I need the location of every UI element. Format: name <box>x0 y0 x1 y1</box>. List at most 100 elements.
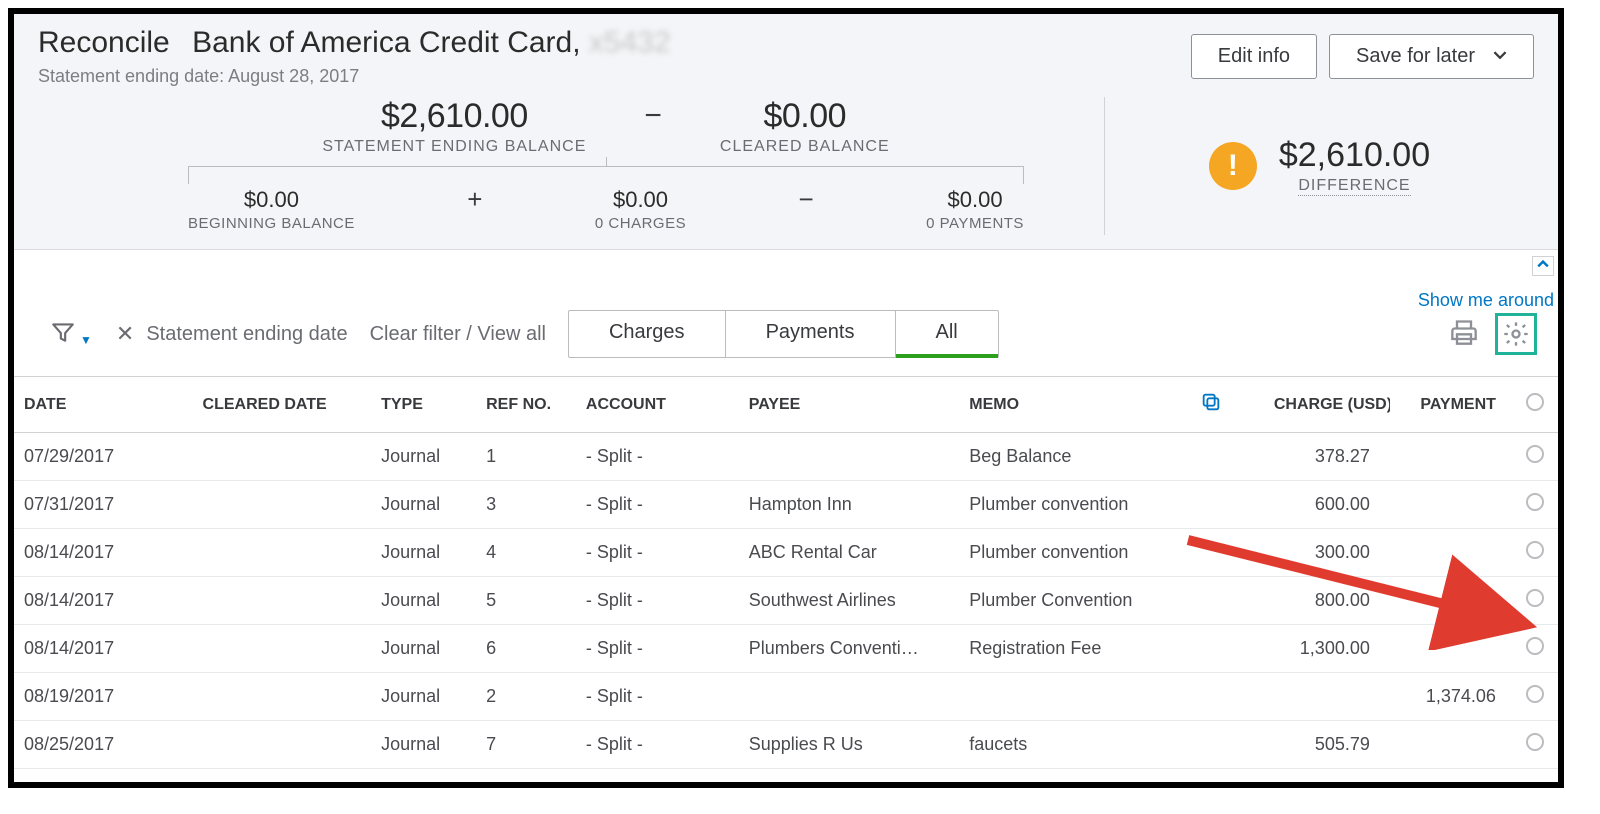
filter-chip-label: Statement ending date <box>146 323 347 346</box>
statement-ending-balance: $2,610.00 STATEMENT ENDING BALANCE <box>322 97 586 156</box>
cell-copy <box>1190 625 1264 673</box>
cell-payment <box>1390 433 1516 481</box>
cell-date: 07/29/2017 <box>14 433 193 481</box>
cell-payee: Southwest Airlines <box>739 577 960 625</box>
cell-date: 08/14/2017 <box>14 577 193 625</box>
cell-payee: Plumbers Conventi… <box>739 625 960 673</box>
transaction-type-tabs: Charges Payments All <box>568 310 999 358</box>
warning-icon: ! <box>1209 142 1257 190</box>
cell-memo: Beg Balance <box>959 433 1190 481</box>
cell-copy <box>1190 577 1264 625</box>
charges-total: $0.00 0 CHARGES <box>595 187 686 232</box>
clear-chip-icon[interactable]: ✕ <box>116 321 134 347</box>
cell-ref: 5 <box>476 577 576 625</box>
edit-info-button[interactable]: Edit info <box>1191 34 1317 79</box>
cell-select[interactable] <box>1516 481 1558 529</box>
cell-date: 08/25/2017 <box>14 721 193 769</box>
account-suffix: x5432 <box>589 26 671 60</box>
cell-payment <box>1390 625 1516 673</box>
cell-payee <box>739 433 960 481</box>
cell-account: - Split - <box>576 625 739 673</box>
cleared-balance: $0.00 CLEARED BALANCE <box>720 97 890 156</box>
table-row[interactable]: 08/14/2017Journal4- Split -ABC Rental Ca… <box>14 529 1558 577</box>
cell-select[interactable] <box>1516 433 1558 481</box>
cell-type: Journal <box>371 625 476 673</box>
cell-type: Journal <box>371 481 476 529</box>
cell-select[interactable] <box>1516 529 1558 577</box>
tab-charges[interactable]: Charges <box>569 311 726 357</box>
col-account[interactable]: ACCOUNT <box>576 377 739 433</box>
table-row[interactable]: 07/31/2017Journal3- Split -Hampton InnPl… <box>14 481 1558 529</box>
col-ref-no[interactable]: REF NO. <box>476 377 576 433</box>
cell-cleared <box>193 481 372 529</box>
tab-payments[interactable]: Payments <box>726 311 896 357</box>
col-memo[interactable]: MEMO <box>959 377 1190 433</box>
cell-memo: Registration Fee <box>959 625 1190 673</box>
cell-account: - Split - <box>576 577 739 625</box>
col-copy[interactable] <box>1190 377 1264 433</box>
cell-payee: Supplies R Us <box>739 721 960 769</box>
cell-cleared <box>193 529 372 577</box>
cell-date: 08/14/2017 <box>14 529 193 577</box>
cell-charge: 600.00 <box>1264 481 1390 529</box>
table-row[interactable]: 08/14/2017Journal6- Split -Plumbers Conv… <box>14 625 1558 673</box>
col-payment[interactable]: PAYMENT <box>1390 377 1516 433</box>
cell-select[interactable] <box>1516 625 1558 673</box>
table-header-row: DATE CLEARED DATE TYPE REF NO. ACCOUNT P… <box>14 377 1558 433</box>
cell-memo <box>959 673 1190 721</box>
col-select-all[interactable] <box>1516 377 1558 433</box>
table-row[interactable]: 08/19/2017Journal2- Split -1,374.06 <box>14 673 1558 721</box>
cell-account: - Split - <box>576 481 739 529</box>
cell-ref: 6 <box>476 625 576 673</box>
cell-cleared <box>193 577 372 625</box>
transactions-table: DATE CLEARED DATE TYPE REF NO. ACCOUNT P… <box>14 376 1558 769</box>
cell-payee: ABC Rental Car <box>739 529 960 577</box>
settings-gear-icon[interactable] <box>1498 316 1534 352</box>
table-row[interactable]: 07/29/2017Journal1- Split -Beg Balance37… <box>14 433 1558 481</box>
cell-charge: 300.00 <box>1264 529 1390 577</box>
cell-memo: Plumber convention <box>959 529 1190 577</box>
cell-select[interactable] <box>1516 673 1558 721</box>
col-cleared-date[interactable]: CLEARED DATE <box>193 377 372 433</box>
filter-dropdown-icon[interactable]: ▼ <box>80 333 92 347</box>
cell-copy <box>1190 481 1264 529</box>
col-payee[interactable]: PAYEE <box>739 377 960 433</box>
cell-memo: Plumber Convention <box>959 577 1190 625</box>
cell-account: - Split - <box>576 433 739 481</box>
col-type[interactable]: TYPE <box>371 377 476 433</box>
table-row[interactable]: 08/25/2017Journal7- Split -Supplies R Us… <box>14 721 1558 769</box>
cell-account: - Split - <box>576 529 739 577</box>
cell-payment <box>1390 721 1516 769</box>
chevron-down-icon <box>1493 45 1507 68</box>
tab-all[interactable]: All <box>896 311 998 358</box>
show-me-around-link[interactable]: Show me around <box>1418 290 1554 311</box>
cell-cleared <box>193 673 372 721</box>
col-charge[interactable]: CHARGE (USD) <box>1264 377 1390 433</box>
cell-cleared <box>193 721 372 769</box>
filter-icon[interactable] <box>50 319 76 350</box>
table-row[interactable]: 08/14/2017Journal5- Split -Southwest Air… <box>14 577 1558 625</box>
statement-ending-subtitle: Statement ending date: August 28, 2017 <box>38 66 1191 87</box>
cell-ref: 4 <box>476 529 576 577</box>
cell-copy <box>1190 721 1264 769</box>
cell-ref: 7 <box>476 721 576 769</box>
cell-select[interactable] <box>1516 721 1558 769</box>
col-date[interactable]: DATE <box>14 377 193 433</box>
cell-date: 08/19/2017 <box>14 673 193 721</box>
cell-account: - Split - <box>576 673 739 721</box>
collapse-toggle[interactable] <box>1532 256 1554 276</box>
save-for-later-button[interactable]: Save for later <box>1329 34 1534 79</box>
cell-copy <box>1190 673 1264 721</box>
cell-payee <box>739 673 960 721</box>
clear-filter-link[interactable]: Clear filter / View all <box>370 323 546 346</box>
cell-payment <box>1390 481 1516 529</box>
cell-ref: 1 <box>476 433 576 481</box>
print-icon[interactable] <box>1450 318 1478 351</box>
cell-payee: Hampton Inn <box>739 481 960 529</box>
account-name: Bank of America Credit Card, <box>192 26 581 59</box>
cell-ref: 2 <box>476 673 576 721</box>
cell-date: 07/31/2017 <box>14 481 193 529</box>
cell-payment <box>1390 529 1516 577</box>
cell-select[interactable] <box>1516 577 1558 625</box>
difference-block: $2,610.00 DIFFERENCE <box>1279 136 1430 196</box>
